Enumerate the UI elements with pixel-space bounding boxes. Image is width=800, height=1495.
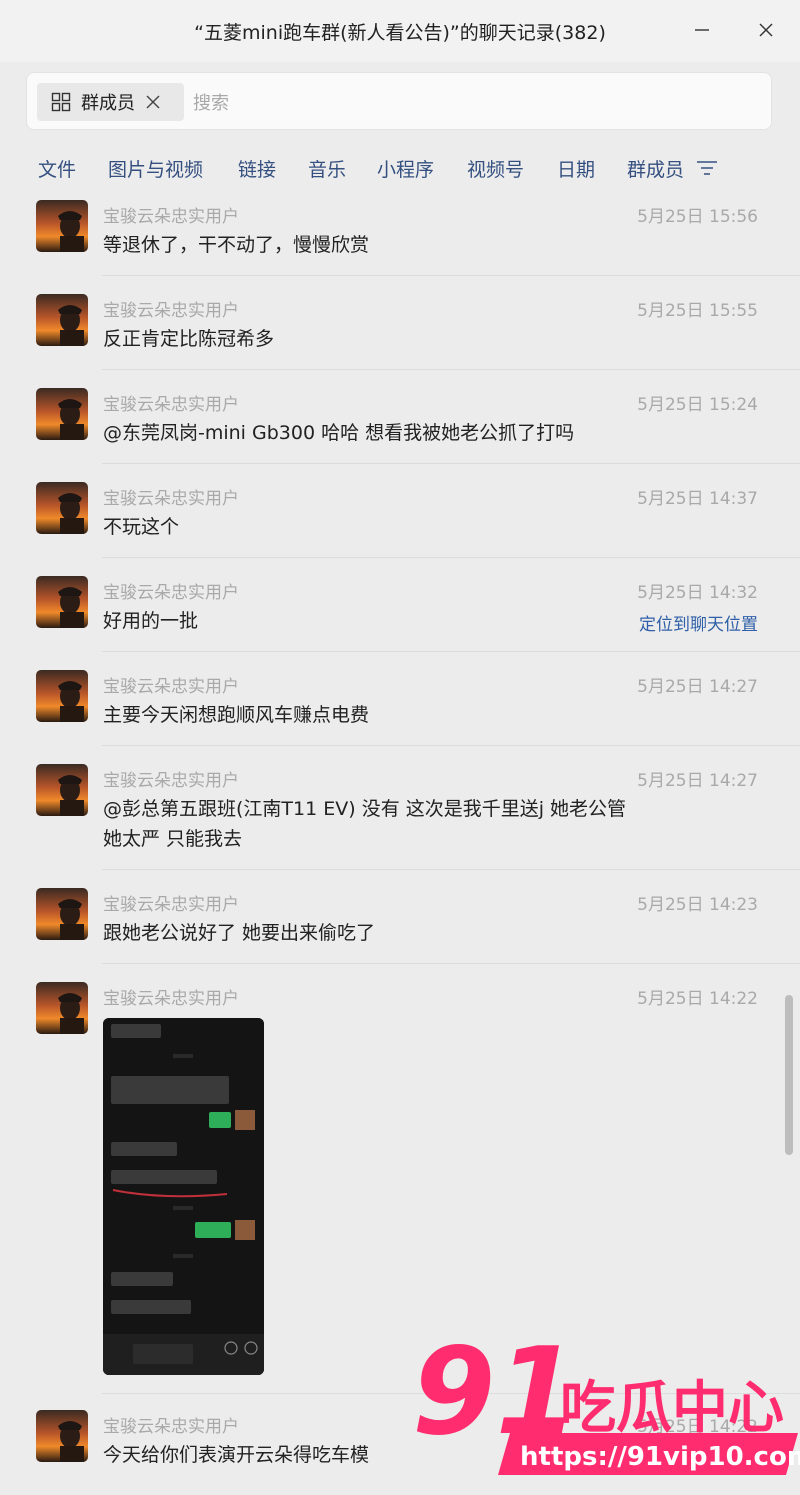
watermark-brand: 吃瓜中心	[560, 1376, 784, 1441]
sender-name: 宝骏云朵忠实用户	[103, 207, 239, 227]
avatar[interactable]	[36, 482, 88, 534]
message-time: 5月25日 15:24	[637, 395, 758, 415]
image-attachment[interactable]	[103, 1018, 264, 1375]
message-item[interactable]: 宝骏云朵忠实用户 5月25日 15:56 等退休了，干不动了，慢慢欣赏	[0, 196, 800, 276]
avatar[interactable]	[36, 670, 88, 722]
sender-name: 宝骏云朵忠实用户	[103, 771, 239, 791]
message-time: 5月25日 14:23	[637, 895, 758, 915]
message-time: 5月25日 14:32	[637, 583, 758, 603]
message-item[interactable]: 宝骏云朵忠实用户 5月25日 14:27 主要今天闲想跑顺风车赚点电费	[0, 652, 800, 746]
tab-files[interactable]: 文件	[38, 155, 76, 182]
sender-name: 宝骏云朵忠实用户	[103, 989, 239, 1009]
member-filter-chip[interactable]: 群成员	[37, 83, 184, 121]
message-item[interactable]: 宝骏云朵忠实用户 5月25日 14:37 不玩这个	[0, 464, 800, 558]
message-text: 主要今天闲想跑顺风车赚点电费	[103, 704, 370, 726]
message-text: 跟她老公说好了 她要出来偷吃了	[103, 922, 376, 944]
message-time: 5月25日 14:27	[637, 771, 758, 791]
message-item[interactable]: 宝骏云朵忠实用户 5月25日 14:32 好用的一批 定位到聊天位置	[0, 558, 800, 652]
message-time: 5月25日 15:55	[637, 301, 758, 321]
sender-name: 宝骏云朵忠实用户	[103, 301, 239, 321]
watermark-url: https://91vip10.com	[520, 1442, 800, 1472]
tab-channels[interactable]: 视频号	[467, 155, 524, 182]
locate-in-chat-link[interactable]: 定位到聊天位置	[639, 610, 758, 635]
avatar[interactable]	[36, 294, 88, 346]
window-title: “五菱mini跑车群(新人看公告)”的聊天记录(382)	[194, 22, 606, 44]
scrollbar-thumb[interactable]	[785, 995, 793, 1155]
minimize-icon	[695, 29, 709, 31]
message-item[interactable]: 宝骏云朵忠实用户 5月25日 14:27 @彭总第五跟班(江南T11 EV) 没…	[0, 746, 800, 870]
message-item[interactable]: 宝骏云朵忠实用户 5月25日 15:24 @东莞凤岗-mini Gb300 哈哈…	[0, 370, 800, 464]
message-text: 好用的一批	[103, 610, 199, 632]
sender-name: 宝骏云朵忠实用户	[103, 677, 239, 697]
avatar[interactable]	[36, 576, 88, 628]
sender-name: 宝骏云朵忠实用户	[103, 1417, 239, 1437]
remove-chip-icon[interactable]	[145, 94, 161, 110]
grid-icon	[51, 92, 71, 112]
sender-name: 宝骏云朵忠实用户	[103, 489, 239, 509]
message-text: @东莞凤岗-mini Gb300 哈哈 想看我被她老公抓了打吗	[103, 422, 575, 444]
avatar[interactable]	[36, 388, 88, 440]
category-tabs: 文件 图片与视频 链接 音乐 小程序 视频号 日期 群成员	[0, 150, 800, 190]
minimize-button[interactable]	[682, 14, 722, 46]
tab-links[interactable]: 链接	[238, 155, 276, 182]
message-time: 5月25日 14:37	[637, 489, 758, 509]
message-text: 等退休了，干不动了，慢慢欣赏	[103, 234, 370, 256]
avatar[interactable]	[36, 200, 88, 252]
tab-mini-programs[interactable]: 小程序	[377, 155, 434, 182]
message-text: 反正肯定比陈冠希多	[103, 328, 275, 350]
watermark-logo: 91 吃瓜中心 https://91vip10.com	[412, 1325, 800, 1475]
avatar[interactable]	[36, 982, 88, 1034]
sender-name: 宝骏云朵忠实用户	[103, 395, 239, 415]
avatar[interactable]	[36, 1410, 88, 1462]
close-icon	[759, 23, 773, 37]
tab-members[interactable]: 群成员	[627, 155, 684, 182]
search-bar[interactable]: 群成员 搜索	[26, 72, 772, 130]
close-button[interactable]	[746, 14, 786, 46]
tab-music[interactable]: 音乐	[308, 155, 346, 182]
tab-media[interactable]: 图片与视频	[108, 155, 203, 182]
avatar[interactable]	[36, 888, 88, 940]
filter-icon[interactable]	[696, 158, 718, 178]
message-item[interactable]: 宝骏云朵忠实用户 5月25日 15:55 反正肯定比陈冠希多	[0, 276, 800, 370]
title-bar: “五菱mini跑车群(新人看公告)”的聊天记录(382)	[0, 0, 800, 62]
search-placeholder[interactable]: 搜索	[193, 89, 229, 115]
message-item[interactable]: 宝骏云朵忠实用户 5月25日 14:23 跟她老公说好了 她要出来偷吃了	[0, 870, 800, 964]
avatar[interactable]	[36, 764, 88, 816]
chip-label: 群成员	[81, 93, 135, 114]
sender-name: 宝骏云朵忠实用户	[103, 583, 239, 603]
tab-date[interactable]: 日期	[557, 155, 595, 182]
sender-name: 宝骏云朵忠实用户	[103, 895, 239, 915]
message-time: 5月25日 14:27	[637, 677, 758, 697]
message-text: 不玩这个	[103, 516, 180, 538]
message-time: 5月25日 15:56	[637, 207, 758, 227]
message-time: 5月25日 14:22	[637, 989, 758, 1009]
message-text: @彭总第五跟班(江南T11 EV) 没有 这次是我千里送j 她老公管她太严 只能…	[103, 798, 627, 850]
